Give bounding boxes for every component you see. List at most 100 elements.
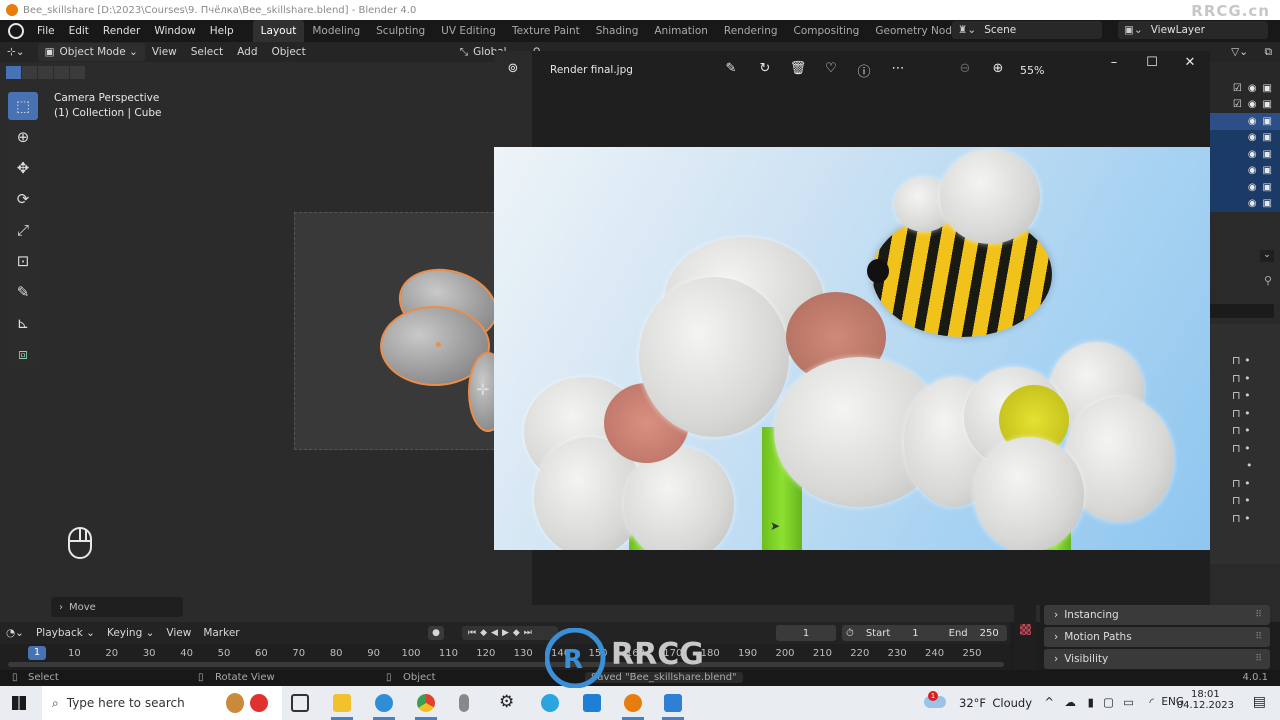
menu-marker[interactable]: Marker xyxy=(197,627,245,639)
tab-rendering[interactable]: Rendering xyxy=(716,20,786,42)
edge-icon[interactable] xyxy=(375,694,393,712)
eye-icon[interactable]: ◉ xyxy=(1248,198,1257,209)
outliner-row[interactable]: ◉ ▣ xyxy=(1210,162,1280,179)
tab-texture-paint[interactable]: Texture Paint xyxy=(504,20,588,42)
weather-condition[interactable]: Cloudy xyxy=(992,696,1032,710)
camera-icon[interactable]: ▣ xyxy=(1263,116,1272,127)
properties-field[interactable] xyxy=(1210,304,1274,318)
settings-gear-icon[interactable]: ⚙ xyxy=(499,692,517,712)
camera-icon[interactable]: ▣ xyxy=(1263,149,1272,160)
outliner-row[interactable]: ◉ ▣ xyxy=(1210,179,1280,196)
taskbar-search[interactable]: ⌕ Type here to search xyxy=(42,686,282,720)
tab-shading[interactable]: Shading xyxy=(588,20,647,42)
blender-taskbar-icon[interactable] xyxy=(624,694,642,712)
tab-layout[interactable]: Layout xyxy=(252,20,305,42)
tab-sculpting[interactable]: Sculpting xyxy=(368,20,433,42)
timeline-scrollbar[interactable] xyxy=(8,662,1004,667)
texture-tab-icon[interactable] xyxy=(1020,624,1031,635)
edit-image-icon[interactable]: ✎ xyxy=(721,61,741,76)
menu-file[interactable]: File xyxy=(30,20,62,42)
start-frame-value[interactable]: 1 xyxy=(912,628,918,639)
last-operator-panel[interactable]: › Move xyxy=(51,597,183,617)
eye-icon[interactable]: ◉ xyxy=(1248,165,1257,176)
camera-icon[interactable]: ▣ xyxy=(1263,182,1272,193)
eye-icon[interactable]: ◉ xyxy=(1248,99,1257,110)
task-view-icon[interactable] xyxy=(291,694,309,712)
menu-render[interactable]: Render xyxy=(96,20,147,42)
current-frame-field[interactable]: 1 xyxy=(776,625,836,641)
checkbox-icon[interactable]: ☑ xyxy=(1233,83,1242,94)
timeline-ruler[interactable]: 1 10 20 30 40 50 60 70 80 90 100 110 120 130 140 150 16… xyxy=(0,644,1010,670)
panel-motion-paths[interactable]: › Motion Paths ⠿ xyxy=(1044,627,1270,647)
filter-icon[interactable]: ▽⌄ xyxy=(1231,46,1248,58)
current-frame-indicator[interactable]: 1 xyxy=(28,646,46,660)
menu-view[interactable]: View xyxy=(145,43,184,61)
outliner-row[interactable]: ◉ ▣ xyxy=(1210,195,1280,212)
show-hidden-icons-chevron-icon[interactable]: ^ xyxy=(1044,695,1054,709)
outliner-row[interactable]: ☑ ◉ ▣ xyxy=(1210,97,1280,114)
select-subtract-icon[interactable] xyxy=(38,66,53,79)
minimize-button[interactable]: – xyxy=(1104,55,1124,70)
onedrive-icon[interactable]: ☁ xyxy=(1065,695,1077,709)
tab-uv-editing[interactable]: UV Editing xyxy=(433,20,504,42)
drag-handle-icon[interactable]: ⠿ xyxy=(1255,632,1262,642)
select-extend-icon[interactable] xyxy=(22,66,37,79)
camera-icon[interactable]: ▣ xyxy=(1263,132,1272,143)
drag-handle-icon[interactable]: ⠿ xyxy=(1255,654,1262,664)
eye-icon[interactable]: ◉ xyxy=(1248,149,1257,160)
lock-icons[interactable]: ⊓ • ⊓ • ⊓ • ⊓ • ⊓ • ⊓ • • ⊓ • ⊓ • ⊓ • xyxy=(1232,352,1252,527)
camera-icon[interactable]: ▣ xyxy=(1263,198,1272,209)
move-tool[interactable]: ✥ xyxy=(8,154,38,182)
menu-timeline-view[interactable]: View xyxy=(160,627,197,639)
select-new-icon[interactable] xyxy=(6,66,21,79)
eye-icon[interactable]: ◉ xyxy=(1248,182,1257,193)
camera-icon[interactable]: ▣ xyxy=(1263,83,1272,94)
tab-compositing[interactable]: Compositing xyxy=(786,20,868,42)
eye-icon[interactable]: ◉ xyxy=(1248,83,1257,94)
menu-edit[interactable]: Edit xyxy=(62,20,96,42)
end-frame-value[interactable]: 250 xyxy=(980,628,999,639)
add-cube-tool[interactable]: ⧈ xyxy=(8,340,38,368)
tab-modeling[interactable]: Modeling xyxy=(304,20,368,42)
transform-tool[interactable]: ⊡ xyxy=(8,247,38,275)
maximize-button[interactable]: ☐ xyxy=(1142,55,1162,70)
outliner-row[interactable]: ◉ ▣ xyxy=(1210,113,1280,130)
panel-visibility[interactable]: › Visibility ⠿ xyxy=(1044,649,1270,669)
view-layer-selector[interactable]: ▣⌄ ViewLayer xyxy=(1118,21,1268,39)
checkbox-icon[interactable]: ☑ xyxy=(1233,99,1242,110)
favorite-heart-icon[interactable]: ♡ xyxy=(821,61,841,76)
windows-start-icon[interactable] xyxy=(12,696,26,710)
outliner-row[interactable]: ◉ ▣ xyxy=(1210,146,1280,163)
delete-icon[interactable]: 🗑 xyxy=(788,61,808,76)
cursor-tool[interactable]: ⊕ xyxy=(8,123,38,151)
menu-add[interactable]: Add xyxy=(230,43,264,61)
zoom-out-icon[interactable]: ⊖ xyxy=(955,61,975,76)
pin-icon[interactable]: ⚲ xyxy=(1264,274,1272,287)
battery-icon[interactable]: ▭ xyxy=(1123,695,1134,709)
chevron-down-icon[interactable]: ⌄ xyxy=(1260,250,1274,262)
rotate-tool[interactable]: ⟳ xyxy=(8,185,38,213)
weather-temperature[interactable]: 32°F xyxy=(959,696,986,710)
chrome-icon[interactable] xyxy=(417,694,435,712)
drag-handle-icon[interactable]: ⠿ xyxy=(1255,610,1262,620)
rotate-icon[interactable]: ↻ xyxy=(755,61,775,76)
blender-menu-icon[interactable] xyxy=(8,23,24,39)
camera-tray-icon[interactable]: ▢ xyxy=(1103,695,1114,709)
new-collection-icon[interactable]: ⧉ xyxy=(1265,46,1273,59)
eye-icon[interactable]: ◉ xyxy=(1248,132,1257,143)
menu-help[interactable]: Help xyxy=(203,20,241,42)
camera-icon[interactable]: ▣ xyxy=(1263,165,1272,176)
telegram-icon[interactable] xyxy=(541,694,559,712)
file-explorer-icon[interactable] xyxy=(333,694,351,712)
clock[interactable]: 18:01 04.12.2023 xyxy=(1177,689,1234,711)
scene-selector[interactable]: ♜⌄ Scene xyxy=(952,21,1102,39)
info-icon[interactable]: ⓘ xyxy=(854,61,874,80)
wifi-icon[interactable]: ◜ xyxy=(1150,695,1154,709)
zoom-in-icon[interactable]: ⊕ xyxy=(988,61,1008,76)
select-box-tool[interactable]: ⬚ xyxy=(8,92,38,120)
eye-icon[interactable]: ◉ xyxy=(1248,116,1257,127)
microphone-app-icon[interactable] xyxy=(459,694,469,712)
stopwatch-icon[interactable]: ⏱ xyxy=(846,628,854,639)
photos-app-icon[interactable]: ⊚ xyxy=(503,61,523,76)
measure-tool[interactable]: ⊾ xyxy=(8,309,38,337)
